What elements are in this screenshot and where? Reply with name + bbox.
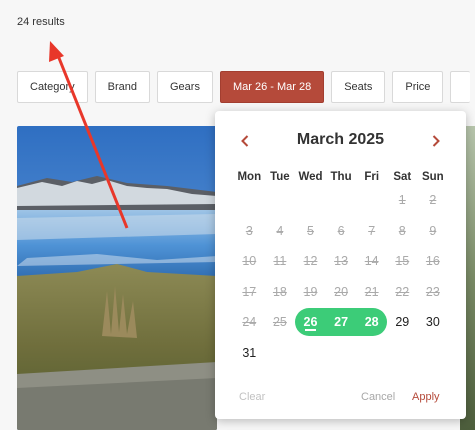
calendar-day: 5 bbox=[295, 217, 326, 245]
calendar-day-number: 15 bbox=[395, 254, 410, 269]
calendar-day-number: 23 bbox=[425, 284, 440, 299]
calendar-empty-cell bbox=[418, 339, 449, 367]
weekday-label: Sat bbox=[393, 171, 412, 183]
calendar-day: 23 bbox=[418, 278, 449, 306]
calendar-day-number: 7 bbox=[368, 223, 376, 238]
weekday-label: Fri bbox=[364, 171, 380, 183]
calendar-day-number: 19 bbox=[303, 284, 318, 299]
calendar-empty-cell bbox=[356, 339, 387, 367]
calendar-day: 6 bbox=[326, 217, 357, 245]
calendar-day[interactable]: 28 bbox=[356, 308, 387, 337]
calendar-empty-cell bbox=[295, 186, 326, 214]
weekday-label: Mon bbox=[237, 171, 262, 183]
calendar-day-number: 28 bbox=[364, 315, 379, 330]
calendar-day-number: 30 bbox=[425, 315, 440, 330]
calendar-day-number: 26 bbox=[303, 315, 318, 330]
calendar-day[interactable]: 26 bbox=[295, 308, 326, 337]
cancel-button[interactable]: Cancel bbox=[361, 391, 395, 403]
calendar-day: 18 bbox=[265, 278, 296, 306]
calendar-day-number: 16 bbox=[425, 254, 440, 269]
calendar-day-number: 17 bbox=[242, 284, 257, 299]
calendar-day-number: 18 bbox=[272, 284, 287, 299]
apply-button[interactable]: Apply bbox=[412, 391, 440, 403]
calendar-day-number: 13 bbox=[334, 254, 349, 269]
calendar-day-number: 12 bbox=[303, 254, 318, 269]
calendar-day-number: 6 bbox=[337, 223, 345, 238]
calendar-day: 16 bbox=[418, 247, 449, 275]
calendar-day: 20 bbox=[326, 278, 357, 306]
calendar-day-number: 11 bbox=[273, 254, 287, 269]
calendar-empty-cell bbox=[234, 186, 265, 214]
calendar-day[interactable]: 29 bbox=[387, 308, 418, 336]
calendar-day: 10 bbox=[234, 247, 265, 275]
calendar-week-row: 12 bbox=[234, 185, 464, 216]
calendar-day: 13 bbox=[326, 247, 357, 275]
date-range-picker: March 2025 Mon Tue Wed Thu Fri Sat Sun 1… bbox=[215, 111, 466, 419]
calendar-day-number: 14 bbox=[364, 254, 379, 269]
next-month-button[interactable] bbox=[426, 131, 446, 151]
calendar-day[interactable]: 27 bbox=[325, 308, 357, 337]
calendar-week-row: 10 11 12 13 14 15 16 bbox=[234, 246, 464, 277]
calendar-grid: Mon Tue Wed Thu Fri Sat Sun 1 2 3 4 5 6 7 8 9 10 1… bbox=[234, 169, 464, 368]
calendar-header: March 2025 bbox=[215, 129, 466, 151]
calendar-empty-cell bbox=[326, 339, 357, 367]
calendar-day-number: 31 bbox=[242, 345, 257, 360]
calendar-day[interactable]: 31 bbox=[234, 339, 265, 367]
calendar-day-number: 27 bbox=[334, 315, 349, 330]
calendar-day: 9 bbox=[418, 217, 449, 245]
calendar-week-row: 17 18 19 20 21 22 23 bbox=[234, 277, 464, 308]
calendar-day-number: 5 bbox=[307, 223, 314, 238]
calendar-day-number: 24 bbox=[242, 315, 257, 330]
weekday-label: Tue bbox=[270, 171, 290, 183]
calendar-week-row: 31 bbox=[234, 338, 464, 369]
calendar-day: 1 bbox=[387, 186, 418, 214]
calendar-day: 24 bbox=[234, 308, 265, 336]
calendar-empty-cell bbox=[356, 186, 387, 214]
calendar-day-number: 8 bbox=[398, 223, 406, 238]
today-indicator bbox=[305, 329, 317, 332]
calendar-footer: Clear Cancel Apply bbox=[215, 391, 466, 409]
weekday-header: Mon Tue Wed Thu Fri Sat Sun bbox=[234, 169, 464, 185]
calendar-day: 3 bbox=[234, 217, 265, 245]
calendar-day: 21 bbox=[356, 278, 387, 306]
calendar-empty-cell bbox=[387, 339, 418, 367]
calendar-empty-cell bbox=[265, 186, 296, 214]
calendar-day: 11 bbox=[265, 247, 296, 275]
weekday-label: Sun bbox=[421, 171, 444, 183]
calendar-day: 19 bbox=[295, 278, 326, 306]
calendar-day-number: 1 bbox=[398, 193, 406, 208]
calendar-day: 22 bbox=[387, 278, 418, 306]
calendar-day-number: 25 bbox=[272, 315, 287, 330]
calendar-day-number: 10 bbox=[242, 254, 257, 269]
clear-button[interactable]: Clear bbox=[239, 391, 265, 403]
calendar-day: 4 bbox=[265, 217, 296, 245]
calendar-day: 25 bbox=[265, 308, 296, 336]
calendar-empty-cell bbox=[295, 339, 326, 367]
calendar-day: 2 bbox=[418, 186, 449, 214]
calendar-day: 15 bbox=[387, 247, 418, 275]
calendar-week-row: 24 25 26 27 28 29 30 bbox=[234, 307, 464, 338]
calendar-day-number: 2 bbox=[429, 193, 437, 208]
calendar-day-number: 9 bbox=[429, 223, 437, 238]
weekday-label: Wed bbox=[298, 171, 323, 183]
calendar-empty-cell bbox=[265, 339, 296, 367]
calendar-day-number: 20 bbox=[334, 284, 349, 299]
calendar-empty-cell bbox=[326, 186, 357, 214]
calendar-day-number: 3 bbox=[245, 223, 253, 238]
calendar-day-number: 29 bbox=[395, 315, 410, 330]
calendar-week-row: 3 4 5 6 7 8 9 bbox=[234, 216, 464, 247]
chevron-right-icon bbox=[432, 135, 440, 147]
calendar-day: 7 bbox=[356, 217, 387, 245]
calendar-day: 12 bbox=[295, 247, 326, 275]
calendar-day: 14 bbox=[356, 247, 387, 275]
calendar-day-number: 21 bbox=[364, 284, 379, 299]
calendar-day-number: 4 bbox=[276, 223, 284, 238]
calendar-day: 17 bbox=[234, 278, 265, 306]
calendar-day[interactable]: 30 bbox=[418, 308, 449, 336]
calendar-day-number: 22 bbox=[395, 284, 410, 299]
weekday-label: Thu bbox=[330, 171, 352, 183]
calendar-day: 8 bbox=[387, 217, 418, 245]
